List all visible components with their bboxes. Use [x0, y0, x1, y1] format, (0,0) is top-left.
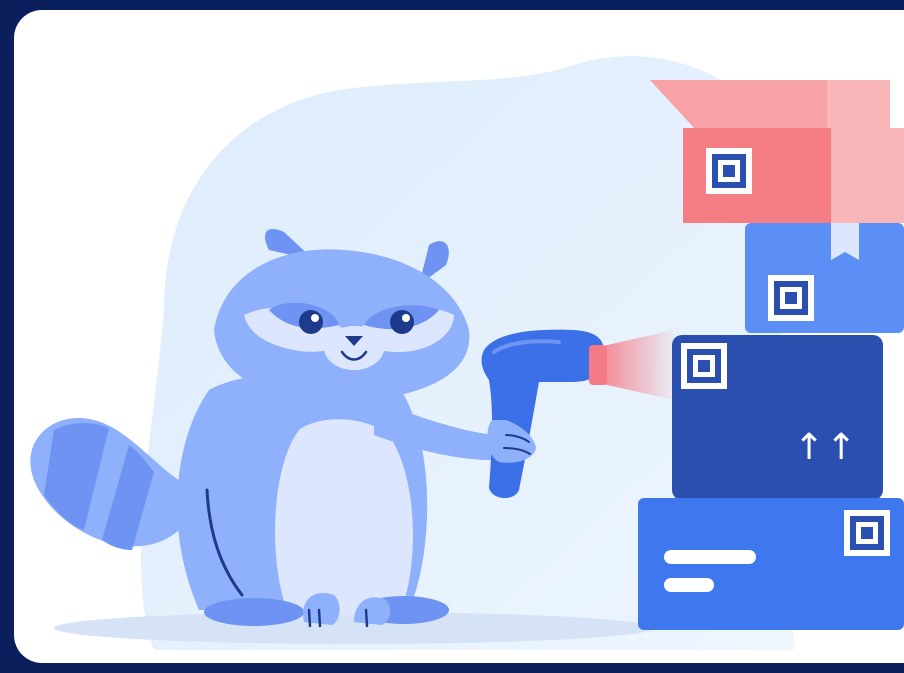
box-red-qr-icon [706, 148, 752, 194]
box-blue-qr-icon [768, 275, 814, 321]
box-blue-large [638, 498, 904, 630]
box-navy [672, 335, 883, 500]
this-side-up-arrows-icon: ↑↑ [794, 427, 859, 468]
floor-shadow [54, 612, 654, 644]
illustration-canvas: ↑↑ [14, 10, 904, 663]
box-navy-qr-icon [681, 343, 727, 389]
box-red-open [650, 80, 904, 223]
raccoon-body [177, 373, 449, 628]
box-blue-small [745, 223, 904, 333]
box-large-qr-icon [844, 510, 890, 556]
illustration-svg [30, 56, 904, 650]
